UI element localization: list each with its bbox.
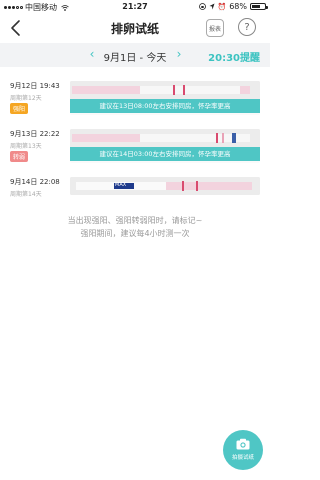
capture-strip-label: 拍摄试纸 (231, 455, 254, 461)
strip-brand-label: MAX (115, 182, 127, 188)
battery-icon (250, 3, 268, 10)
camera-icon (236, 438, 250, 450)
record-datetime: 9月14日 22:08 (10, 178, 60, 186)
battery-percent: 68% (229, 2, 247, 11)
test-record[interactable]: 9月13日 22:22 周期第13天 转弱 建议在14日03:00左右安排同房，… (0, 129, 270, 165)
hint-line: 强阳期间，建议每4小时测一次 (80, 229, 190, 238)
reminder-time[interactable]: 20:30提醒 (208, 49, 260, 64)
page-title: 排卵试纸 (110, 22, 159, 36)
status-right-group: ⏰ 68% (198, 2, 268, 11)
record-datetime: 9月12日 19:43 (10, 82, 60, 90)
date-bar: ‹ 9月1日 - 今天 › 20:30提醒 (0, 43, 270, 67)
alarm-icon: ⏰ (217, 2, 227, 11)
marking-hint: 当出现强阳、强阳转弱阳时，请标记~ 强阳期间，建议每4小时测一次 (0, 214, 270, 240)
strip-card[interactable]: 建议在13日08:00左右安排同房，怀孕率更高 (70, 81, 260, 115)
strip-photo[interactable] (70, 129, 260, 147)
record-cycle-day: 周期第14天 (10, 191, 42, 198)
result-badge: 强阳 (10, 103, 29, 114)
strip-card[interactable]: 建议在14日03:00左右安排同房，怀孕率更高 (70, 129, 260, 163)
record-datetime: 9月13日 22:22 (10, 130, 60, 138)
test-record[interactable]: 9月12日 19:43 周期第12天 强阳 建议在13日08:00左右安排同房，… (0, 81, 270, 117)
record-cycle-day: 周期第12天 (10, 95, 42, 102)
strip-photo[interactable] (70, 177, 260, 195)
help-button[interactable]: ? (238, 18, 256, 36)
lock-rotation-icon (198, 3, 206, 10)
result-badge: 转弱 (10, 151, 29, 162)
strip-photo[interactable] (70, 81, 260, 99)
test-record[interactable]: 9月14日 22:08 周期第14天 MAX (0, 177, 270, 199)
suggestion-tip: 建议在13日08:00左右安排同房，怀孕率更高 (70, 99, 260, 113)
strip-card[interactable]: MAX (70, 177, 260, 195)
status-bar: 中国移动 21:27 ⏰ 68% (0, 0, 270, 14)
nav-bar: 排卵试纸 报表 ? (0, 14, 270, 42)
suggestion-tip: 建议在14日03:00左右安排同房，怀孕率更高 (70, 147, 260, 161)
hint-line: 当出现强阳、强阳转弱阳时，请标记~ (67, 216, 203, 225)
report-button[interactable]: 报表 (206, 19, 224, 37)
location-icon (209, 3, 214, 10)
capture-strip-button[interactable]: 拍摄试纸 (223, 430, 263, 470)
record-cycle-day: 周期第13天 (10, 143, 42, 150)
next-date-icon[interactable]: › (172, 47, 186, 61)
